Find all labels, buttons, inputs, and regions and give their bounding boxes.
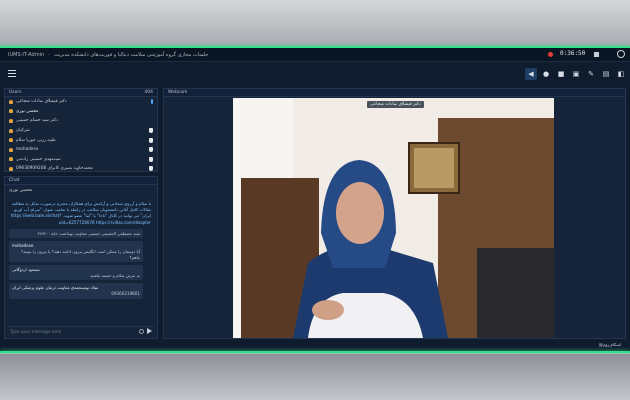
webcam-panel: Webcam دکتر قیشلاق سادات شجاعی ❚❚ ⛶ @اسک… bbox=[163, 88, 626, 347]
user-name: mohadese bbox=[16, 147, 39, 153]
menu-icon[interactable] bbox=[8, 70, 16, 77]
chat-message: میلاد توسنجمدی معاونت درمان علوم پزشکی ا… bbox=[9, 283, 143, 299]
user-row[interactable]: محسن نوری bbox=[5, 107, 157, 117]
window-icon[interactable]: ◧ bbox=[615, 68, 627, 80]
volume-icon[interactable]: ◀ bbox=[525, 68, 537, 80]
user-name: شرکیان bbox=[16, 128, 30, 134]
raise-hand-icon[interactable] bbox=[149, 166, 153, 172]
user-name: دکتر سید حسام حسینی bbox=[16, 118, 58, 124]
toolbar: ◀ ● ■ ▣ ✎ ▤ ◧ bbox=[0, 66, 630, 82]
blurred-background-top bbox=[0, 0, 630, 46]
send-icon[interactable] bbox=[147, 328, 152, 334]
person-icon bbox=[9, 147, 13, 152]
chat-panel-header: Chat bbox=[5, 177, 157, 185]
mic-icon bbox=[151, 99, 153, 105]
chat-input[interactable]: Type your message here bbox=[8, 326, 154, 335]
presenter-face bbox=[336, 182, 384, 244]
chat-panel: Chat محسن نوری با سلام و آرزوی سعادتی و … bbox=[4, 176, 158, 339]
app-name: IUMS-IT-Admin bbox=[8, 51, 45, 58]
person-icon bbox=[9, 157, 13, 162]
raise-hand-icon[interactable] bbox=[149, 137, 153, 143]
footer-label: @اسکای‌روم bbox=[598, 342, 621, 347]
person-icon bbox=[9, 99, 13, 104]
message-text: 09360219801 bbox=[111, 290, 140, 296]
presenter-hand bbox=[312, 300, 344, 320]
emoji-icon[interactable] bbox=[139, 328, 144, 334]
user-name: محسن نوری bbox=[16, 108, 39, 114]
user-row[interactable]: 09630909208 محمدجاوید نصیری کاترای bbox=[5, 164, 157, 174]
chat-message: مسعود اردوگانی به عرض سلام و خسته نباشید bbox=[9, 265, 143, 281]
record-indicator-icon bbox=[548, 52, 553, 57]
users-panel-title: Users bbox=[9, 90, 22, 95]
power-icon[interactable] bbox=[617, 50, 625, 58]
title-separator: - bbox=[48, 51, 50, 58]
pinned-user: محسن نوری bbox=[9, 188, 33, 193]
pause-icon[interactable]: ❚❚ bbox=[385, 327, 393, 334]
user-row[interactable]: دکتر سید حسام حسینی bbox=[5, 116, 157, 126]
skyroom-app: IUMS-IT-Admin - جلسات مجازی گروه آموزشی … bbox=[0, 48, 630, 351]
raise-hand-icon[interactable] bbox=[149, 156, 153, 162]
webcam-panel-title: Webcam bbox=[168, 90, 188, 95]
pinned-announcement[interactable]: با سلام و آرزوی سعادتی و آرامش برای همکا… bbox=[9, 201, 151, 226]
person-icon bbox=[9, 128, 13, 133]
person-icon bbox=[9, 138, 13, 143]
message-text: آیا دوستان را ممکن است انگلیس بیرون ادام… bbox=[20, 249, 140, 260]
message-text: به عرض سلام و خسته نباشید bbox=[90, 272, 140, 278]
user-name: دکتر قیشلاق سادات شجاعی bbox=[16, 99, 67, 105]
framed-picture-inner bbox=[414, 148, 454, 188]
camera-icon[interactable]: ■ bbox=[555, 68, 567, 80]
users-count: 404 bbox=[144, 90, 153, 95]
users-list: دکتر قیشلاق سادات شجاعی محسن نوری دکتر سید… bbox=[5, 97, 157, 174]
person-icon bbox=[9, 109, 13, 114]
presenter-name-tag: دکتر قیشلاق سادات شجاعی bbox=[367, 101, 424, 108]
user-name: سیدمهدی حسینی زاده‌تی bbox=[16, 156, 61, 162]
presenter-video[interactable]: دکتر قیشلاق سادات شجاعی ❚❚ ⛶ bbox=[233, 98, 554, 338]
stop-icon[interactable] bbox=[594, 52, 599, 57]
video-frame bbox=[233, 98, 554, 338]
title-bar: IUMS-IT-Admin - جلسات مجازی گروه آموزشی … bbox=[0, 48, 630, 62]
screen-share-icon[interactable]: ▣ bbox=[570, 68, 582, 80]
course-title: جلسات مجازی گروه آموزشی سلامت دیتالیا و … bbox=[53, 51, 209, 58]
user-row[interactable]: دکتر قیشلاق سادات شجاعی bbox=[5, 97, 157, 107]
chat-message: سید مصطفی الحسینی حسینی معاونت بهداشت خا… bbox=[9, 228, 143, 239]
session-timer: 0:36:50 bbox=[560, 50, 586, 57]
message-text: سید مصطفی الحسینی حسینی معاونت بهداشت خا… bbox=[37, 230, 140, 236]
message-list: سید مصطفی الحسینی حسینی معاونت بهداشت خا… bbox=[5, 228, 157, 299]
chat-panel-title: Chat bbox=[9, 178, 20, 183]
user-row[interactable]: سیدمهدی حسینی زاده‌تی bbox=[5, 155, 157, 165]
webcam-panel-header: Webcam bbox=[164, 89, 625, 97]
user-row[interactable]: طیبه زربی جوزیا سلام bbox=[5, 135, 157, 145]
user-name: 09630909208 محمدجاوید نصیری کاترای bbox=[16, 166, 93, 172]
accent-glow-bottom bbox=[0, 351, 630, 353]
raise-hand-icon[interactable] bbox=[149, 147, 153, 153]
raise-hand-icon[interactable] bbox=[149, 128, 153, 134]
person-icon bbox=[9, 118, 13, 123]
user-row[interactable]: شرکیان bbox=[5, 126, 157, 136]
users-panel: Users 404 دکتر قیشلاق سادات شجاعی محسن نو… bbox=[4, 88, 158, 172]
fullscreen-icon[interactable]: ⛶ bbox=[395, 327, 402, 334]
person-icon bbox=[9, 166, 13, 171]
user-name: طیبه زربی جوزیا سلام bbox=[16, 137, 56, 143]
chat-messages[interactable]: با سلام و آرزوی سعادتی و آرامش برای همکا… bbox=[5, 199, 157, 323]
screenshot-frame: IUMS-IT-Admin - جلسات مجازی گروه آموزشی … bbox=[0, 0, 630, 400]
blurred-background-bottom bbox=[0, 354, 630, 400]
user-row[interactable]: mohadese bbox=[5, 145, 157, 155]
users-panel-header: Users 404 bbox=[5, 89, 157, 97]
file-icon[interactable]: ▤ bbox=[600, 68, 612, 80]
chat-message: mohadese آیا دوستان را ممکن است انگلیس بی… bbox=[9, 241, 143, 263]
mic-icon[interactable]: ● bbox=[540, 68, 552, 80]
office-chair bbox=[477, 248, 554, 338]
pen-icon[interactable]: ✎ bbox=[585, 68, 597, 80]
chat-input-placeholder: Type your message here bbox=[10, 328, 62, 334]
